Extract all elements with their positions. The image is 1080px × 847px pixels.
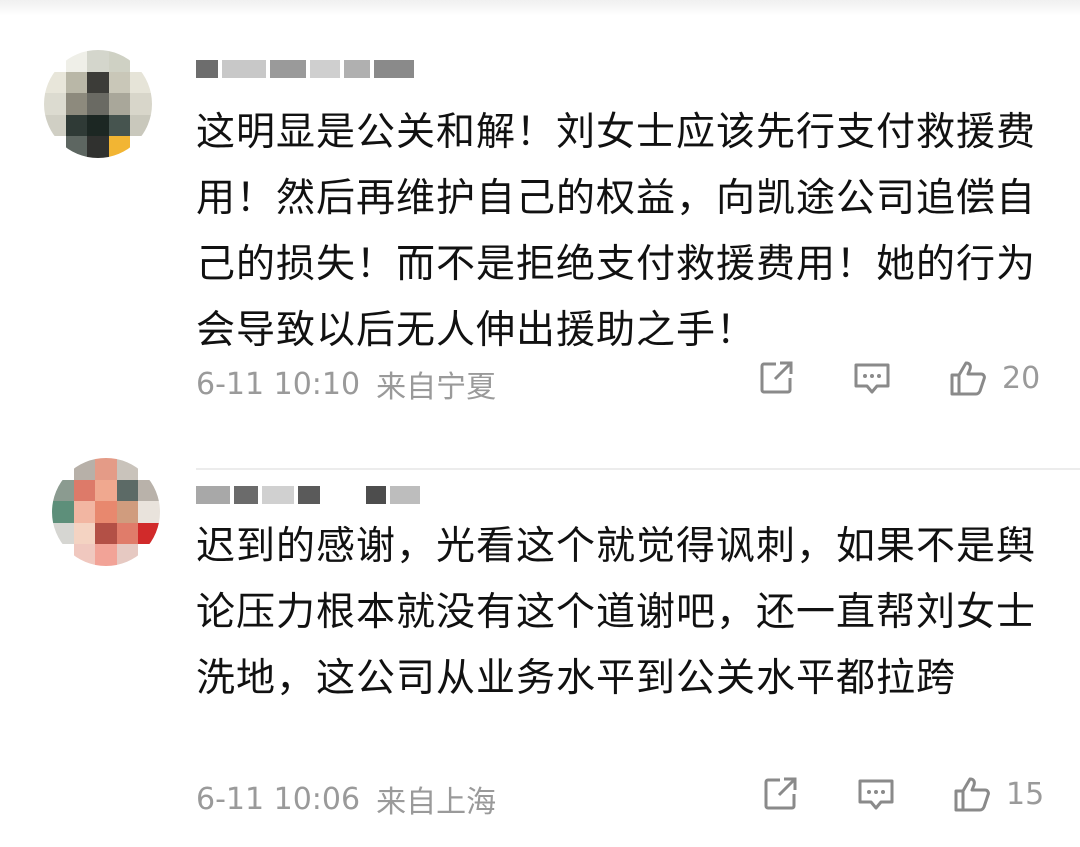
comment-location: 来自宁夏 xyxy=(376,370,497,405)
thumbs-up-icon xyxy=(950,361,986,396)
like-count: 20 xyxy=(1002,360,1041,396)
comment-text: 这明显是公关和解！刘女士应该先行支付救援费用！然后再维护自己的权益，向凯途公司追… xyxy=(196,110,1037,353)
share-icon[interactable] xyxy=(760,774,800,814)
username-blurred[interactable] xyxy=(196,52,414,86)
comment-location: 来自上海 xyxy=(376,785,497,820)
comment-time: 6-11 10:06 xyxy=(196,781,361,817)
comment-icon[interactable] xyxy=(852,358,892,398)
comment-item: 迟到的感谢，光看这个就觉得讽刺，如果不是舆论压力根本就没有这个道谢吧，还一直帮刘… xyxy=(0,452,1080,847)
comment-meta: 6-11 10:10 来自宁夏 xyxy=(196,362,496,406)
avatar[interactable] xyxy=(44,50,152,158)
comment-actions: 20 xyxy=(756,358,1040,398)
username-blurred[interactable] xyxy=(196,478,420,512)
comment-icon[interactable] xyxy=(856,774,896,814)
comment-item: 这明显是公关和解！刘女士应该先行支付救援费用！然后再维护自己的权益，向凯途公司追… xyxy=(0,40,1080,470)
avatar[interactable] xyxy=(52,458,160,566)
comment-text: 迟到的感谢，光看这个就觉得讽刺，如果不是舆论压力根本就没有这个道谢吧，还一直帮刘… xyxy=(196,524,1037,701)
like-count: 15 xyxy=(1006,776,1045,812)
comment-time: 6-11 10:10 xyxy=(196,366,361,402)
like-button[interactable]: 20 xyxy=(948,358,1040,398)
share-icon[interactable] xyxy=(756,358,796,398)
top-strip xyxy=(0,0,1080,16)
comment-actions: 15 xyxy=(760,774,1044,814)
like-button[interactable]: 15 xyxy=(952,774,1044,814)
comment-meta: 6-11 10:06 来自上海 xyxy=(196,777,496,821)
thumbs-up-icon xyxy=(954,777,990,812)
